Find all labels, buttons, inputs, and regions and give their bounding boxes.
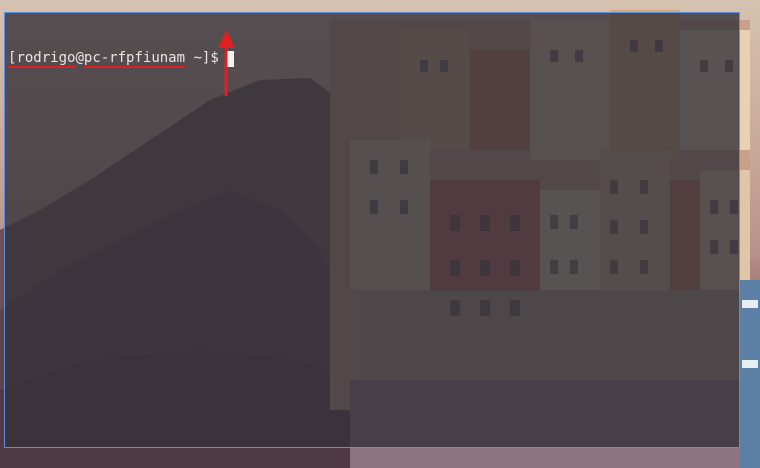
prompt-open-bracket: [ (8, 50, 17, 68)
prompt-dir: ~ (193, 50, 202, 66)
prompt-host: pc-rfpfiunam (83, 50, 186, 68)
arrow-up-icon (218, 30, 234, 96)
terminal-content[interactable]: [rodrigo @ pc-rfpfiunam ~]$ (8, 16, 736, 101)
prompt-at: @ (75, 50, 84, 66)
prompt-line: [rodrigo @ pc-rfpfiunam ~]$ (8, 50, 736, 68)
terminal-window[interactable]: [rodrigo @ pc-rfpfiunam ~]$ (4, 12, 740, 448)
prompt-user: rodrigo (16, 50, 76, 68)
